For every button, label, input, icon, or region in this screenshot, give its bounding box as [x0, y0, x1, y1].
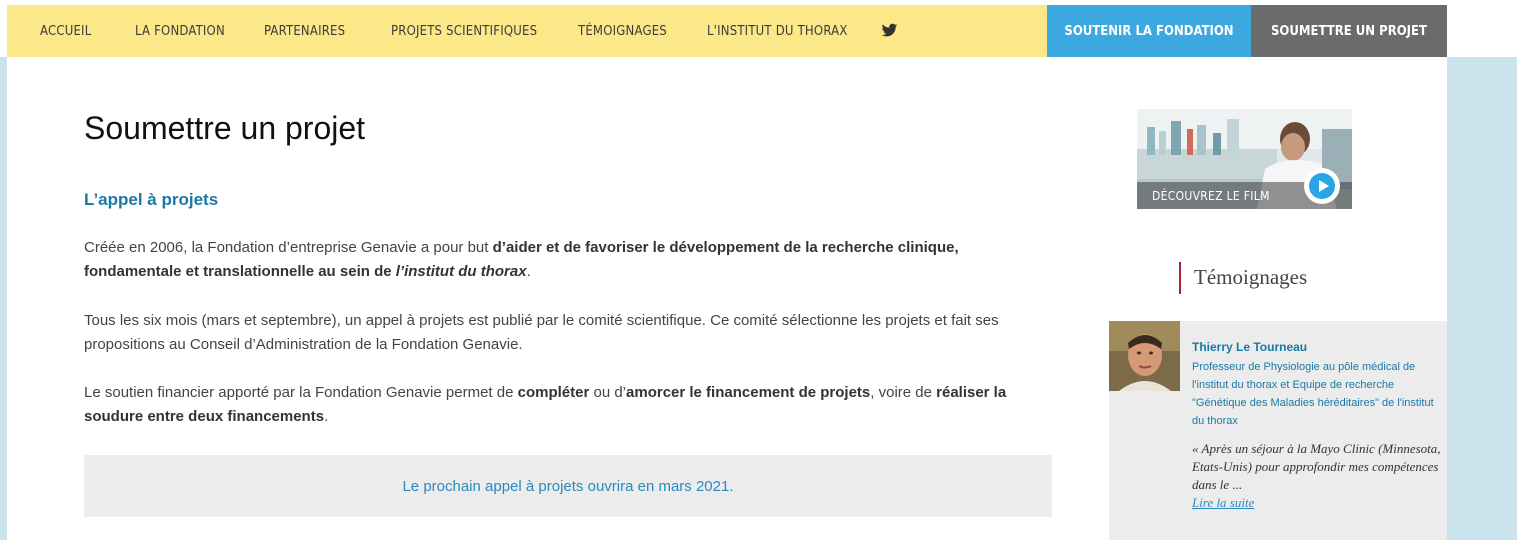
- right-edge-strip: [1447, 57, 1517, 540]
- testimonial-card: Thierry Le Tourneau Professeur de Physio…: [1109, 321, 1447, 540]
- temoignages-heading: Témoignages: [1194, 265, 1308, 289]
- left-edge-strip: [0, 57, 7, 540]
- next-call-notice: Le prochain appel à projets ouvrira en m…: [84, 455, 1052, 517]
- video-label: DÉCOUVREZ LE FILM: [1152, 189, 1270, 203]
- nav-temoignages[interactable]: Témoignages: [578, 24, 667, 39]
- intro-paragraph: Créée en 2006, la Fondation d’entreprise…: [84, 239, 959, 280]
- avatar: [1109, 321, 1180, 391]
- read-more-link[interactable]: Lire la suite: [1192, 495, 1254, 510]
- testimonial-quote: « Après un séjour à la Mayo Clinic (Minn…: [1192, 440, 1444, 512]
- next-call-text: Le prochain appel à projets ouvrira en m…: [402, 477, 734, 495]
- section-title: L’appel à projets: [84, 190, 219, 209]
- main-nav: Accueil La fondation Partenaires Projets…: [7, 5, 1447, 57]
- film-video-thumbnail[interactable]: DÉCOUVREZ LE FILM: [1137, 109, 1352, 209]
- testimonial-quote-text: « Après un séjour à la Mayo Clinic (Minn…: [1192, 441, 1441, 492]
- testimonial-name[interactable]: Thierry Le Tourneau: [1192, 340, 1307, 354]
- nav-partenaires[interactable]: Partenaires: [264, 24, 345, 39]
- support-foundation-button[interactable]: Soutenir la fondation: [1047, 5, 1251, 57]
- nav-institut-du-thorax[interactable]: L'institut du thorax: [707, 24, 848, 39]
- schedule-paragraph: Tous les six mois (mars et septembre), u…: [84, 312, 999, 353]
- play-icon[interactable]: [1304, 168, 1340, 204]
- funding-paragraph: Le soutien financier apporté par la Fond…: [84, 384, 1007, 425]
- submit-project-button[interactable]: Soumettre un projet: [1251, 5, 1447, 57]
- twitter-icon[interactable]: [881, 22, 898, 39]
- temoignages-accent-bar: [1179, 262, 1181, 294]
- nav-projets-scientifiques[interactable]: Projets scientifiques: [391, 24, 537, 39]
- page-title: Soumettre un projet: [84, 110, 366, 146]
- nav-accueil[interactable]: Accueil: [40, 24, 91, 39]
- nav-la-fondation[interactable]: La fondation: [135, 24, 225, 39]
- testimonial-role: Professeur de Physiologie au pôle médica…: [1192, 361, 1434, 427]
